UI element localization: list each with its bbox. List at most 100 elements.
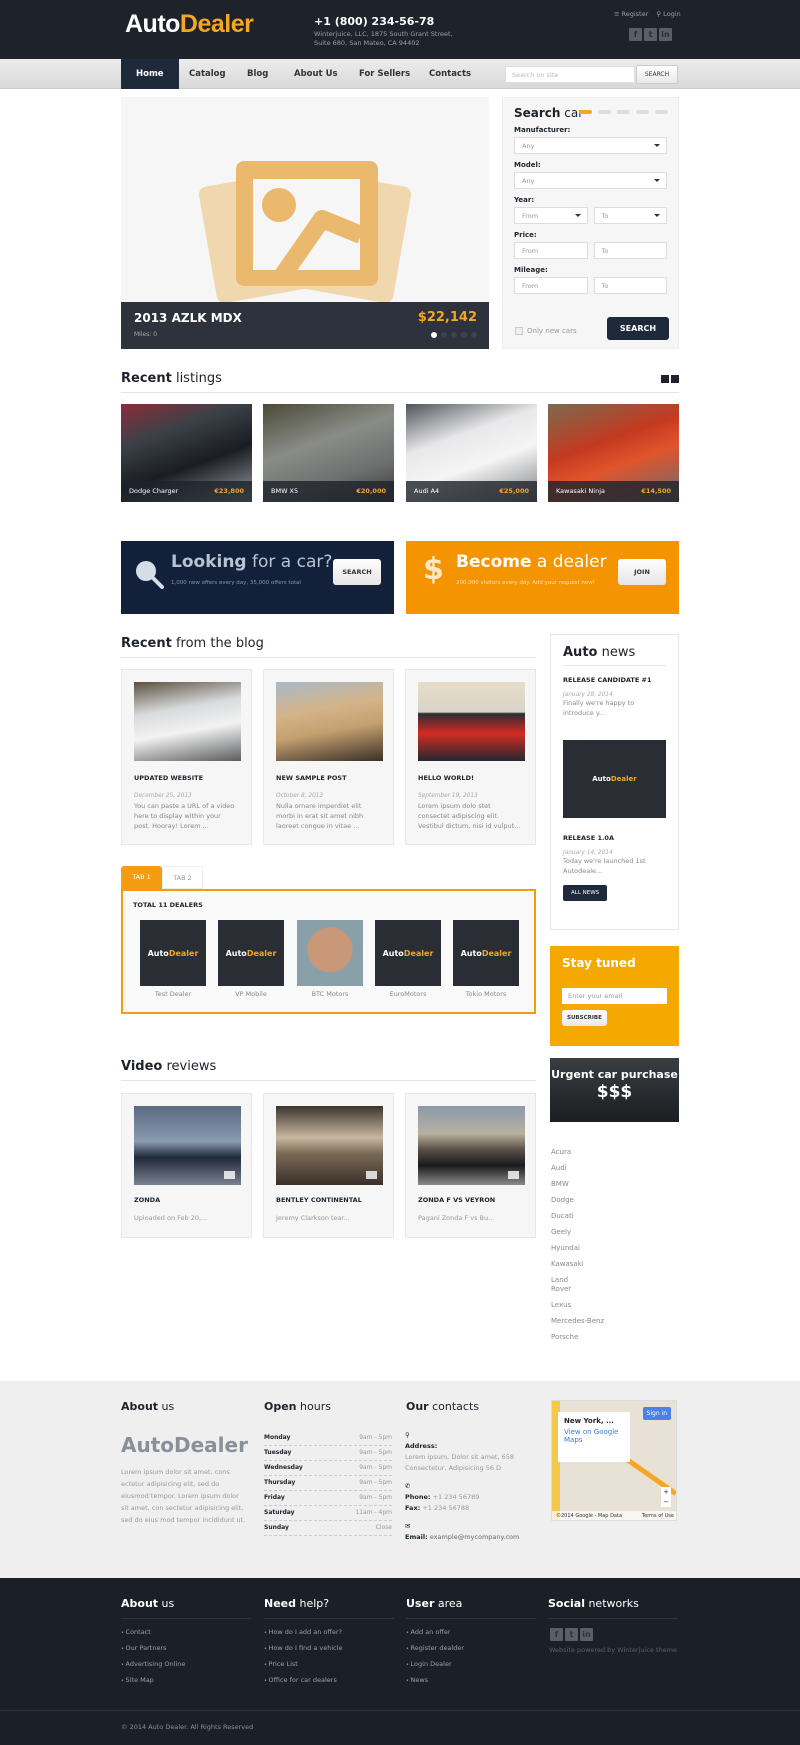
facebook-icon[interactable]: f bbox=[629, 28, 642, 41]
footer-link[interactable]: How do I find a vehicle bbox=[264, 1641, 343, 1657]
sedan-type-icon[interactable] bbox=[636, 110, 649, 114]
twitter-icon[interactable]: t bbox=[644, 28, 657, 41]
brand-link[interactable]: Geely bbox=[551, 1228, 671, 1237]
hero-title[interactable]: 2013 AZLK MDX bbox=[134, 311, 242, 325]
dealer-item[interactable]: Auto Dealer VP Mobile bbox=[218, 920, 284, 998]
video-card[interactable]: ZONDA Uploaded on Feb 20,... bbox=[121, 1093, 252, 1238]
all-news-button[interactable]: ALL NEWS bbox=[563, 885, 608, 901]
login-link[interactable]: ⚲ Login bbox=[656, 10, 680, 18]
year-from-select[interactable]: From bbox=[514, 207, 588, 224]
brand-link[interactable]: Mercedes-Benz bbox=[551, 1317, 671, 1326]
footer-link[interactable]: Price List bbox=[264, 1657, 343, 1673]
footer-link[interactable]: Site Map bbox=[121, 1673, 185, 1689]
prev-arrow-icon[interactable] bbox=[661, 375, 669, 383]
play-icon[interactable] bbox=[366, 1171, 377, 1179]
price-to-input[interactable]: To bbox=[593, 242, 667, 259]
brand-link[interactable]: Kawasaki bbox=[551, 1260, 671, 1269]
brand-link[interactable]: Audi bbox=[551, 1164, 671, 1173]
car-type-icon[interactable] bbox=[598, 110, 611, 114]
blog-post-card[interactable]: NEW SAMPLE POST October 8, 2013 Nulla or… bbox=[263, 669, 394, 845]
play-icon[interactable] bbox=[224, 1171, 235, 1179]
nav-for-sellers[interactable]: For Sellers bbox=[359, 59, 410, 89]
footer-link[interactable]: Login Dealer bbox=[406, 1657, 464, 1673]
brand-link[interactable]: Dodge bbox=[551, 1196, 671, 1205]
footer-link[interactable]: News bbox=[406, 1673, 464, 1689]
dealer-item[interactable]: Auto Dealer Tokio Motors bbox=[453, 920, 519, 998]
site-search-button[interactable]: SEARCH bbox=[636, 65, 678, 84]
news-title[interactable]: RELEASE CANDIDATE #1 bbox=[563, 676, 666, 684]
view-on-google-maps-link[interactable]: View on Google Maps bbox=[564, 1428, 624, 1444]
urgent-purchase-banner[interactable]: Urgent car purchase $$$ bbox=[550, 1058, 679, 1122]
listing-card[interactable]: Dodge Charger €23,800 bbox=[121, 404, 252, 502]
play-icon[interactable] bbox=[508, 1171, 519, 1179]
year-to-select[interactable]: To bbox=[593, 207, 667, 224]
brand-link[interactable]: Lexus bbox=[551, 1301, 671, 1310]
bus-type-icon[interactable] bbox=[617, 110, 630, 114]
brand-link[interactable]: Hyundai bbox=[551, 1244, 671, 1253]
dealer-item[interactable]: Auto Dealer Test Dealer bbox=[140, 920, 206, 998]
footer-link[interactable]: Register dealder bbox=[406, 1641, 465, 1657]
footer-link[interactable]: Contact bbox=[121, 1625, 185, 1641]
footer-link[interactable]: Our Partners bbox=[121, 1641, 185, 1657]
email-input[interactable]: Enter your email bbox=[562, 988, 667, 1004]
hero-slider[interactable]: 2013 AZLK MDX Miles: 0 $22,142 bbox=[121, 97, 489, 349]
google-map[interactable]: New York, ... View on Google Maps Sign i… bbox=[551, 1400, 677, 1521]
mileage-from-input[interactable]: From bbox=[514, 277, 588, 294]
only-new-checkbox[interactable]: Only new cars bbox=[515, 327, 577, 335]
news-title[interactable]: RELEASE 1.0A bbox=[563, 834, 666, 842]
nav-contacts[interactable]: Contacts bbox=[429, 59, 471, 89]
listing-card[interactable]: Audi A4 €25,000 bbox=[406, 404, 537, 502]
slider-dot[interactable] bbox=[461, 332, 467, 338]
looking-search-button[interactable]: SEARCH bbox=[333, 559, 381, 585]
slider-dot[interactable] bbox=[451, 332, 457, 338]
video-card[interactable]: BENTLEY CONTINENTAL Jeremy Clarkson tear… bbox=[263, 1093, 394, 1238]
video-card[interactable]: ZONDA F VS VEYRON Pagani Zonda F vs Bu..… bbox=[405, 1093, 536, 1238]
map-zoom-controls[interactable]: + − bbox=[661, 1487, 671, 1507]
nav-blog[interactable]: Blog bbox=[247, 59, 268, 89]
search-car-button[interactable]: SEARCH bbox=[607, 317, 669, 340]
news-image[interactable]: AutoDealer bbox=[563, 740, 666, 818]
join-button[interactable]: JOIN bbox=[618, 559, 666, 585]
map-sign-in-button[interactable]: Sign in bbox=[642, 1407, 671, 1420]
slider-dot[interactable] bbox=[441, 332, 447, 338]
truck-type-icon[interactable] bbox=[655, 110, 668, 114]
brand-link[interactable]: Porsche bbox=[551, 1333, 671, 1342]
tab-2[interactable]: TAB 2 bbox=[162, 866, 203, 889]
dealer-item[interactable]: BTC Motors bbox=[297, 920, 363, 998]
footer-link[interactable]: Advertising Online bbox=[121, 1657, 186, 1673]
slider-dot[interactable] bbox=[471, 332, 477, 338]
linkedin-icon[interactable]: in bbox=[580, 1628, 593, 1641]
brand-link[interactable]: Land Rover bbox=[551, 1276, 581, 1294]
price-from-input[interactable]: From bbox=[514, 242, 588, 259]
nav-home[interactable]: Home bbox=[121, 59, 179, 89]
linkedin-icon[interactable]: in bbox=[659, 28, 672, 41]
slider-dot[interactable] bbox=[431, 332, 437, 338]
mileage-to-input[interactable]: To bbox=[593, 277, 667, 294]
footer-link[interactable]: How do I add an offer? bbox=[264, 1625, 343, 1641]
footer-link[interactable]: Add an offer bbox=[406, 1625, 464, 1641]
footer-link[interactable]: Office for car dealers bbox=[264, 1673, 343, 1689]
nav-about-us[interactable]: About Us bbox=[294, 59, 338, 89]
twitter-icon[interactable]: t bbox=[565, 1628, 578, 1641]
subscribe-button[interactable]: SUBSCRIBE bbox=[562, 1010, 607, 1026]
tab-1[interactable]: TAB 1 bbox=[121, 866, 162, 889]
register-link[interactable]: ≡ Register bbox=[614, 10, 648, 18]
brand-link[interactable]: BMW bbox=[551, 1180, 671, 1189]
nav-catalog[interactable]: Catalog bbox=[189, 59, 226, 89]
site-logo[interactable]: AutoDealer bbox=[125, 10, 254, 39]
manufacturer-select[interactable]: Any bbox=[514, 137, 667, 154]
brand-link[interactable]: Acura bbox=[551, 1148, 671, 1157]
blog-post-card[interactable]: UPDATED WEBSITE December 25, 2013 You ca… bbox=[121, 669, 252, 845]
dealer-item[interactable]: Auto Dealer EuroMotors bbox=[375, 920, 441, 998]
car-type-icon[interactable] bbox=[579, 110, 592, 114]
facebook-icon[interactable]: f bbox=[550, 1628, 563, 1641]
brand-link[interactable]: Ducati bbox=[551, 1212, 671, 1221]
listing-card[interactable]: Kawasaki Ninja €14,500 bbox=[548, 404, 679, 502]
map-terms-link[interactable]: Terms of Use bbox=[642, 1513, 674, 1519]
site-search-input[interactable]: Search on site bbox=[505, 66, 635, 83]
next-arrow-icon[interactable] bbox=[671, 375, 679, 383]
blog-post-card[interactable]: HELLO WORLD! September 19, 2013 Lorem ip… bbox=[405, 669, 536, 845]
listing-card[interactable]: BMW X5 €20,000 bbox=[263, 404, 394, 502]
email-link[interactable]: example@mycompany.com bbox=[430, 1533, 520, 1541]
model-select[interactable]: Any bbox=[514, 172, 667, 189]
